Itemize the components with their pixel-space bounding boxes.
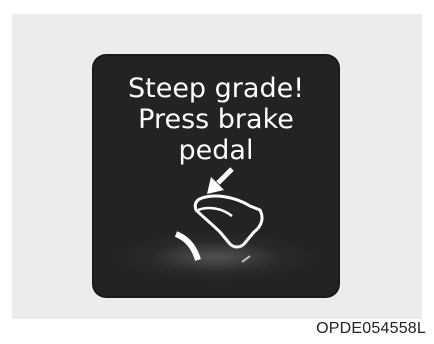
- pedal-arc: [174, 231, 201, 261]
- foot-icon: [193, 194, 264, 249]
- brake-pedal-press-icon: [174, 167, 264, 263]
- cluster-display: Steep grade! Press brake pedal: [94, 56, 338, 296]
- press-arrow-icon: [207, 167, 234, 194]
- figure-code: OPDE054558L: [316, 320, 426, 337]
